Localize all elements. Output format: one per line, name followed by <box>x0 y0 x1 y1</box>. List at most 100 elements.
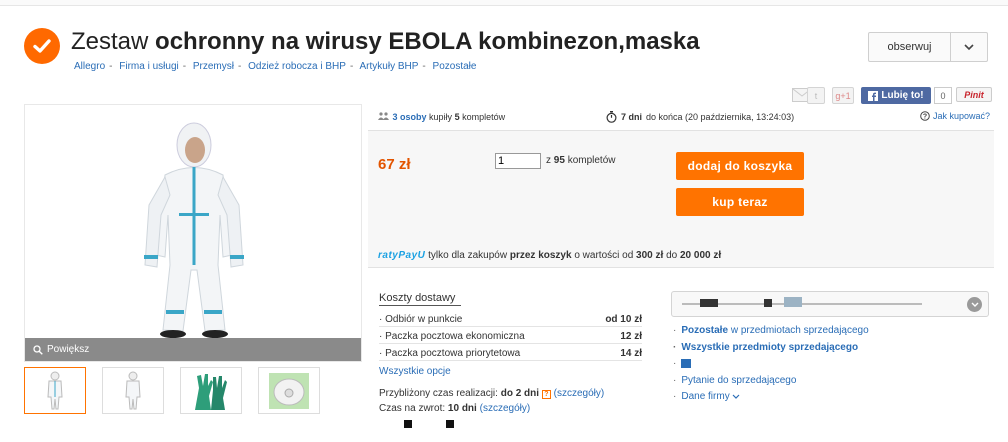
twitter-share-icon[interactable]: t <box>807 87 825 104</box>
end-date: do końca (20 października, 13:24:03) <box>646 112 795 122</box>
shipping-value: od 10 zł <box>605 314 642 325</box>
sets-word: kompletów <box>462 112 506 122</box>
days-left: 7 dni <box>621 112 643 122</box>
facebook-icon <box>868 90 879 101</box>
buy-now-button[interactable]: kup teraz <box>676 188 804 216</box>
how-to-buy-link[interactable]: ? Jak kupować? <box>920 111 990 121</box>
magnifier-icon <box>33 344 43 355</box>
chevron-down-icon <box>967 297 982 312</box>
gplus-share-button[interactable]: g+1 <box>832 87 854 104</box>
redacted-seller-name <box>682 303 922 305</box>
stopwatch-icon <box>606 111 617 123</box>
pinterest-button[interactable]: Pinit <box>956 87 992 102</box>
breadcrumb-item[interactable]: Allegro <box>74 61 105 72</box>
chevron-down-icon <box>964 43 974 50</box>
help-icon: ? <box>920 111 930 121</box>
redacted-mark <box>446 420 454 428</box>
ask-seller-label: Pytanie do sprzedającego <box>681 375 797 386</box>
zoom-label: Powiększ <box>47 344 90 355</box>
company-data-link[interactable]: · Dane firmy <box>673 391 740 402</box>
availability: z 95 kompletów <box>546 155 616 166</box>
company-data-label: Dane firmy <box>681 391 730 402</box>
raty-text: tylko dla zakupów <box>428 250 508 261</box>
coverall-image <box>144 122 244 338</box>
redacted-mark <box>404 420 412 428</box>
shipping-heading: Koszty dostawy <box>379 292 461 306</box>
breadcrumb-item[interactable]: Pozostałe <box>433 61 477 72</box>
seller-dropdown[interactable] <box>671 291 989 317</box>
like-count: 0 <box>934 87 952 104</box>
people-icon <box>378 112 389 120</box>
installments-info: ratyPayU tylko dla zakupów przez koszyk … <box>378 250 721 261</box>
seller-all-items-link[interactable]: · Wszystkie przedmioty sprzedającego <box>673 342 858 353</box>
buyers-info: 3 osoby kupiły 5 kompletów <box>378 112 505 122</box>
like-label: Lubię to! <box>881 90 924 101</box>
breadcrumb-item[interactable]: Przemysł <box>193 61 234 72</box>
return-value: 10 dni <box>447 403 477 414</box>
title-main: ochronny na wirusy EBOLA kombinezon,mask… <box>148 28 700 55</box>
thumbnail-coverall-front[interactable] <box>24 367 86 414</box>
zoom-bar[interactable]: Powiększ <box>25 338 361 361</box>
add-to-cart-button[interactable]: dodaj do koszyka <box>676 152 804 180</box>
top-strip <box>0 0 1008 6</box>
shipping-value: 14 zł <box>620 348 642 359</box>
realization-value: do 2 dni <box>500 388 540 399</box>
available-count: 95 <box>553 155 565 166</box>
other-rest: w przedmiotach sprzedającego <box>730 325 869 336</box>
shipping-value: 12 zł <box>620 331 642 342</box>
shipping-label: Paczka pocztowa priorytetowa <box>385 348 521 359</box>
shipping-label: Odbiór w punkcie <box>385 314 463 325</box>
raty-min: 300 zł <box>636 250 664 261</box>
of-label: z <box>546 155 551 166</box>
thumbnail-coverall-back[interactable] <box>102 367 164 414</box>
price: 67 zł <box>378 156 411 173</box>
breadcrumb-item[interactable]: Artykuły BHP <box>360 61 419 72</box>
buyers-text: kupiły <box>429 112 453 122</box>
quantity-input[interactable] <box>495 153 541 169</box>
title-prefix: Zestaw <box>71 28 149 55</box>
buyers-count-link[interactable]: 3 osoby <box>393 112 427 122</box>
realization-label: Przybliżony czas realizacji: <box>379 388 498 399</box>
raty-text-2: o wartości od <box>574 250 634 261</box>
redacted-link: · <box>673 358 692 369</box>
thumbnail-mask[interactable] <box>258 367 320 414</box>
all-items-label: Wszystkie przedmioty sprzedającego <box>681 342 859 353</box>
realization-details-link[interactable]: (szczegóły) <box>554 388 605 399</box>
realization-time: Przybliżony czas realizacji: do 2 dni ? … <box>379 388 604 399</box>
redacted-mark <box>764 299 772 307</box>
shipping-row: · Paczka pocztowa priorytetowa 14 zł <box>379 348 642 361</box>
redacted-mark <box>700 299 718 307</box>
info-icon[interactable]: ? <box>541 390 551 399</box>
raty-cart: przez koszyk <box>509 250 572 261</box>
time-left: 7 dni do końca (20 października, 13:24:0… <box>606 111 794 123</box>
other-bold: Pozostałe <box>681 325 729 336</box>
raty-max: 20 000 zł <box>679 250 722 261</box>
thumbnail-gloves[interactable] <box>180 367 242 414</box>
seller-other-items-link[interactable]: · Pozostałe w przedmiotach sprzedającego <box>673 325 869 336</box>
watch-button-group: obserwuj <box>868 32 988 62</box>
svg-text:?: ? <box>923 114 927 121</box>
return-time: Czas na zwrot: 10 dni (szczegóły) <box>379 403 530 414</box>
return-label: Czas na zwrot: <box>379 403 446 414</box>
shipping-row: · Odbiór w punkcie od 10 zł <box>379 314 642 327</box>
breadcrumb: Allegro - Firma i usługi - Przemysł - Odzie… <box>74 61 477 72</box>
ask-seller-link[interactable]: · Pytanie do sprzedającego <box>673 375 796 386</box>
breadcrumb-item[interactable]: Odzież robocza i BHP <box>248 61 346 72</box>
raty-payu-logo: ratyPayU <box>378 250 426 261</box>
redacted-mark <box>784 297 802 307</box>
available-unit: kompletów <box>567 155 616 166</box>
all-shipping-options-link[interactable]: Wszystkie opcje <box>379 366 451 377</box>
raty-text-3: do <box>666 250 678 261</box>
page-title: Zestaw ochronny na wirusy EBOLA kombinez… <box>71 28 700 56</box>
breadcrumb-item[interactable]: Firma i usługi <box>119 61 178 72</box>
allegro-check-icon <box>24 28 60 64</box>
watch-button[interactable]: obserwuj <box>869 33 951 61</box>
chevron-down-icon <box>733 394 740 399</box>
watch-dropdown-button[interactable] <box>951 33 987 61</box>
shipping-label: Paczka pocztowa ekonomiczna <box>385 331 525 342</box>
sets-count: 5 <box>454 112 460 122</box>
shipping-row: · Paczka pocztowa ekonomiczna 12 zł <box>379 331 642 344</box>
main-product-image[interactable]: Powiększ <box>24 104 362 362</box>
return-details-link[interactable]: (szczegóły) <box>480 403 531 414</box>
facebook-like-button[interactable]: Lubię to! <box>861 87 931 104</box>
